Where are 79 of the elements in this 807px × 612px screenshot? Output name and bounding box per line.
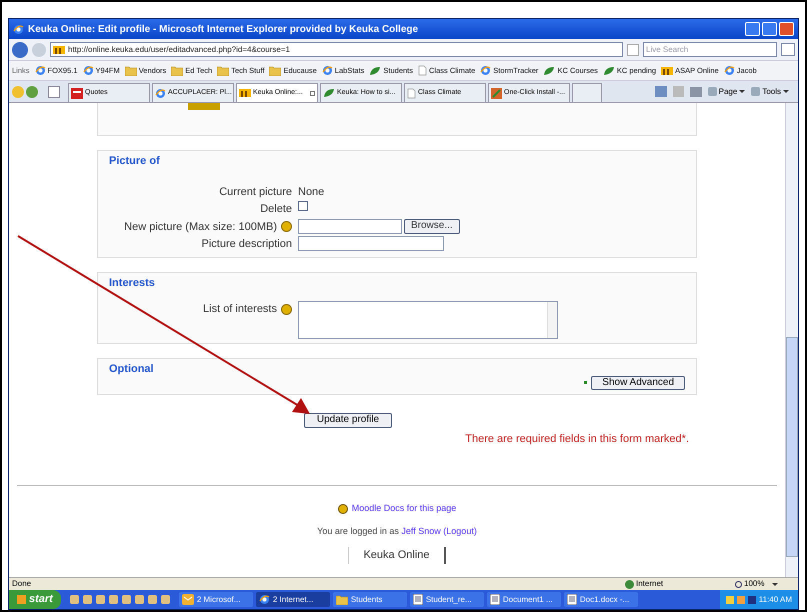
logo-icon bbox=[239, 88, 251, 98]
browser-icon bbox=[724, 65, 735, 76]
logo-icon bbox=[53, 44, 65, 54]
interests-textarea[interactable] bbox=[298, 301, 558, 339]
help-icon[interactable] bbox=[281, 304, 292, 315]
cropped-image bbox=[188, 103, 220, 110]
leaf-icon bbox=[543, 66, 556, 76]
section-title: Picture of bbox=[109, 154, 161, 169]
browser-icon bbox=[34, 65, 46, 76]
search-field[interactable]: Live Search bbox=[643, 42, 777, 57]
browser-icon bbox=[82, 65, 94, 76]
browse-button[interactable]: Browse... bbox=[404, 218, 460, 234]
taskbar-button[interactable]: Student_re... bbox=[410, 592, 484, 607]
field-label: New picture (Max size: 100MB) bbox=[124, 220, 277, 234]
description-field[interactable] bbox=[298, 236, 444, 251]
field-label: Current picture bbox=[219, 184, 292, 200]
logout-link[interactable]: (Logout) bbox=[443, 526, 477, 536]
command-menu[interactable]: Tools bbox=[751, 86, 789, 98]
taskbar-button[interactable]: Document1 ... bbox=[486, 592, 561, 607]
field-label: Delete bbox=[260, 202, 292, 217]
leaf-icon bbox=[323, 88, 335, 98]
install-icon bbox=[491, 88, 502, 98]
command-menu[interactable]: Page bbox=[708, 86, 746, 98]
window-title: Keuka Online: Edit profile - Microsoft Internet Explorer provided by Keuka College bbox=[28, 22, 418, 36]
folder-icon bbox=[217, 66, 230, 76]
taskbar-button[interactable]: 2 Microsof... bbox=[178, 592, 253, 607]
docs-link[interactable]: Moodle Docs for this page bbox=[352, 502, 456, 516]
clock: 11:40 AM bbox=[758, 594, 792, 606]
folder-icon bbox=[171, 66, 184, 76]
taskbar-button[interactable]: Doc1.docx -... bbox=[564, 592, 638, 607]
zoom-control[interactable]: 100% bbox=[735, 578, 795, 590]
scrollbar[interactable] bbox=[785, 103, 798, 577]
delete-checkbox[interactable] bbox=[298, 201, 308, 211]
url-text: http://online.keuka.edu/user/editadvanced.php?id=4&course=1 bbox=[68, 44, 290, 56]
required-note: There are required fields in this form marked*. bbox=[465, 432, 689, 446]
file-path-field[interactable] bbox=[298, 218, 402, 234]
leaf-icon bbox=[602, 66, 615, 76]
taskbar-button[interactable]: 2 Internet... bbox=[256, 592, 330, 607]
leaf-icon bbox=[369, 66, 382, 76]
section-title: Interests bbox=[109, 276, 156, 290]
browser-icon bbox=[480, 65, 492, 76]
browser-icon bbox=[322, 65, 333, 76]
zone-text: Internet bbox=[636, 578, 664, 590]
site-link[interactable]: Keuka Online bbox=[348, 547, 446, 564]
restore-button[interactable] bbox=[762, 22, 777, 36]
update-profile-button[interactable]: Update profile bbox=[304, 412, 392, 428]
logo-icon bbox=[661, 66, 674, 76]
document-icon bbox=[490, 594, 500, 605]
close-button[interactable] bbox=[779, 22, 794, 36]
help-icon[interactable] bbox=[281, 221, 292, 232]
globe-icon bbox=[625, 580, 634, 588]
address-field[interactable]: http://online.keuka.edu/user/editadvanced.php?id=4&course=1 bbox=[50, 42, 623, 57]
login-info: You are logged in as Jeff Snow (Logout) bbox=[317, 524, 477, 538]
user-link[interactable]: Jeff Snow bbox=[401, 526, 441, 536]
page-icon bbox=[407, 88, 416, 98]
new-tab[interactable] bbox=[572, 83, 602, 102]
field-label: List of interests bbox=[203, 302, 277, 317]
page-icon bbox=[418, 65, 428, 76]
taskbar-button[interactable]: Students bbox=[332, 592, 407, 607]
field-value: None bbox=[298, 184, 324, 200]
info-icon bbox=[338, 504, 348, 514]
add-favorite-icon[interactable] bbox=[26, 86, 38, 98]
app-icon bbox=[71, 88, 83, 98]
mail-icon bbox=[182, 594, 194, 605]
back-button[interactable] bbox=[12, 42, 28, 58]
minimize-button[interactable] bbox=[745, 22, 760, 36]
document-icon bbox=[412, 594, 423, 605]
folder-icon bbox=[269, 66, 282, 76]
browser-icon bbox=[13, 24, 24, 34]
start-button[interactable]: start bbox=[9, 590, 61, 609]
document-icon bbox=[566, 594, 577, 605]
browser-icon bbox=[155, 88, 166, 98]
folder-icon bbox=[336, 594, 348, 604]
status-text: Done bbox=[12, 578, 32, 590]
field-label: Picture description bbox=[202, 237, 292, 252]
browser-icon bbox=[258, 594, 270, 605]
folder-icon bbox=[124, 66, 137, 76]
show-advanced-button[interactable]: Show Advanced bbox=[591, 376, 685, 390]
section-title: Optional bbox=[109, 362, 155, 377]
